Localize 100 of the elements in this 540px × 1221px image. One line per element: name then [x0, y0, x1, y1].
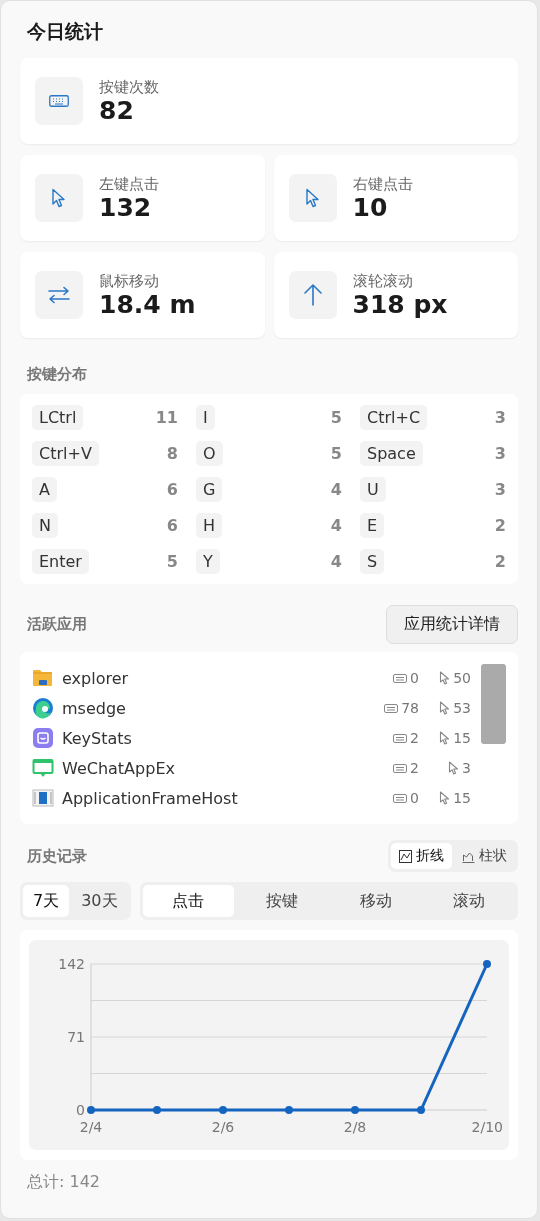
data-point [285, 1106, 293, 1114]
key-label: Enter [32, 548, 89, 574]
keyboard-icon [393, 793, 408, 803]
key-count: 6 [166, 515, 178, 535]
key-count: 3 [494, 479, 506, 499]
key-count: 4 [330, 551, 342, 571]
key-label: E [360, 512, 385, 538]
click-count: 3 [462, 760, 471, 776]
pointer-icon [439, 701, 451, 715]
x-tick-label: 2/6 [211, 1119, 235, 1135]
range-tab[interactable]: 7天 [23, 885, 70, 917]
folder-icon [32, 667, 54, 689]
key-count: 0 [410, 670, 419, 686]
key-count: 3 [494, 443, 506, 463]
stat-value: 132 [99, 193, 153, 222]
click-count: 15 [453, 730, 471, 746]
data-point [351, 1106, 359, 1114]
x-tick-label: 2/8 [343, 1119, 367, 1135]
click-count: 53 [453, 700, 471, 716]
key-label: I [196, 404, 215, 430]
key-count: 4 [330, 515, 342, 535]
data-point [219, 1106, 227, 1114]
app-name: ApplicationFrameHost [62, 788, 239, 808]
y-tick-label: 0 [76, 1102, 85, 1118]
keyboard-icon [384, 703, 399, 713]
section-title: 历史记录 [27, 846, 87, 866]
key-count: 0 [410, 790, 419, 806]
stat-value: 318 px [352, 290, 448, 319]
section-title: 按键分布 [27, 365, 87, 384]
stat-label: 右键点击 [352, 174, 413, 194]
data-point [483, 960, 491, 968]
up-arrow-icon [302, 283, 323, 307]
key-label: N [32, 512, 58, 538]
stat-value: 18.4 m [99, 290, 196, 319]
range-tab[interactable]: 30天 [71, 885, 128, 917]
key-label: Y [196, 548, 220, 574]
app-name: msedge [62, 698, 127, 718]
chart-type-tab[interactable]: 折线 [391, 843, 452, 869]
stat-value: 10 [352, 193, 389, 222]
pointer-icon [439, 671, 451, 685]
key-label: Space [360, 440, 423, 466]
key-label: U [360, 476, 386, 502]
key-count: 2 [494, 551, 506, 571]
key-count: 6 [166, 479, 178, 499]
key-count: 5 [330, 443, 342, 463]
key-count: 11 [155, 407, 178, 427]
stat-label: 左键点击 [99, 174, 159, 194]
scrollbar-thumb[interactable] [481, 664, 506, 744]
key-label: H [196, 512, 223, 538]
key-count: 3 [494, 407, 506, 427]
key-count: 5 [330, 407, 342, 427]
key-count: 2 [410, 730, 419, 746]
data-point [417, 1106, 425, 1114]
metric-tab[interactable]: 点击 [142, 885, 235, 917]
key-label: LCtrl [32, 404, 84, 430]
y-tick-label: 71 [67, 1029, 85, 1045]
key-count: 78 [401, 700, 419, 716]
key-label: G [196, 476, 223, 502]
metric-tab[interactable]: 滚动 [423, 885, 515, 917]
keyboard-icon [393, 733, 408, 743]
swirl-logo-icon [32, 697, 54, 719]
key-count: 5 [166, 551, 178, 571]
click-count: 50 [453, 670, 471, 686]
x-tick-label: 2/10 [471, 1119, 503, 1135]
section-title: 活跃应用 [27, 615, 87, 634]
window-icon [32, 787, 54, 809]
key-count: 4 [330, 479, 342, 499]
key-count: 2 [494, 515, 506, 535]
key-label: O [196, 440, 223, 466]
keyboard-icon [393, 673, 408, 683]
click-count: 15 [453, 790, 471, 806]
keyboard-icon [49, 95, 69, 107]
pointer-icon [304, 188, 321, 208]
key-label: A [32, 476, 57, 502]
arrows-icon [47, 286, 71, 304]
app-name: KeyStats [62, 728, 133, 748]
metric-tab[interactable]: 移动 [329, 885, 422, 917]
app-name: WeChatAppEx [62, 758, 176, 778]
data-point [87, 1106, 95, 1114]
pointer-icon [439, 791, 451, 805]
metric-tab[interactable]: 按键 [236, 885, 328, 917]
stat-label: 滚轮滚动 [352, 271, 414, 291]
pointer-icon [439, 731, 451, 745]
stat-label: 鼠标移动 [99, 271, 160, 291]
keyboard-icon [393, 763, 408, 773]
app-icon [32, 727, 54, 749]
details-button[interactable]: 应用统计详情 [386, 605, 518, 644]
y-tick-label: 142 [58, 956, 85, 972]
stat-value: 82 [99, 96, 135, 125]
key-label: S [360, 548, 385, 574]
panel-title: 今日统计 [27, 19, 103, 44]
data-point [153, 1106, 161, 1114]
pointer-icon [448, 761, 460, 775]
line-chart-icon [399, 849, 412, 863]
key-label: Ctrl+V [32, 440, 99, 466]
key-count: 2 [410, 760, 419, 776]
total-text: 总计: 142 [27, 1172, 100, 1193]
app-name: explorer [62, 668, 130, 688]
chart-type-tab[interactable]: 柱状 [454, 843, 515, 869]
pointer-icon [51, 188, 67, 208]
